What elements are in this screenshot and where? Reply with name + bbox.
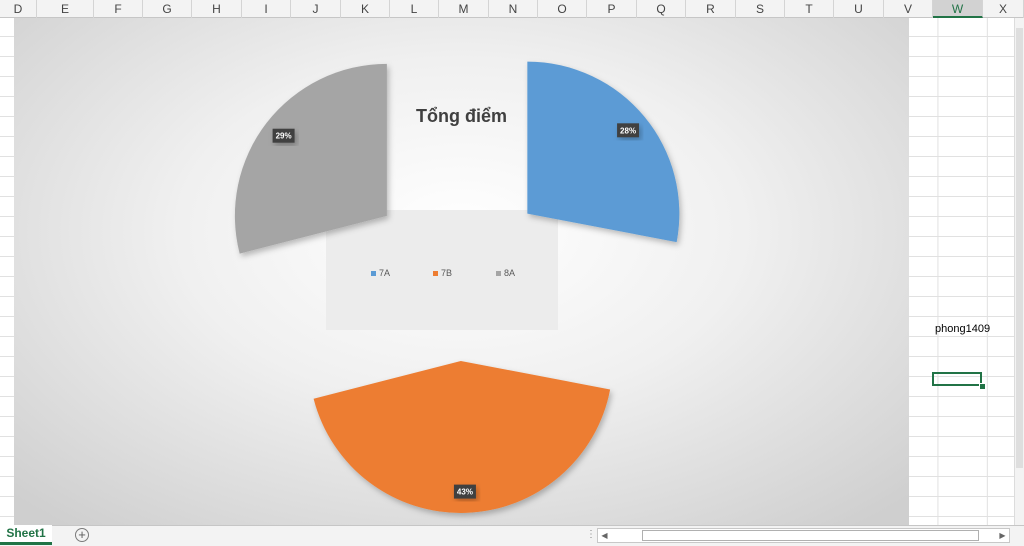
data-label-text: 28% [620,126,636,135]
vertical-scroll-thumb[interactable] [1016,28,1023,468]
horizontal-scroll-thumb[interactable] [642,530,979,541]
data-label-7a[interactable]: 28% [617,123,640,138]
pie-slice-7a[interactable] [527,61,680,243]
column-header-l[interactable]: L [390,0,439,18]
column-header-h[interactable]: H [192,0,242,18]
data-label-7b[interactable]: 43% [453,484,476,499]
column-header-bar: DEFGHIJKLMNOPQRSTUVWX [0,0,1024,18]
triangle-left-icon[interactable]: ◀ [598,529,611,542]
column-header-t[interactable]: T [785,0,834,18]
fill-handle[interactable] [979,383,986,390]
column-header-i[interactable]: I [242,0,291,18]
sheet-tab-bar: Sheet1 + ⋮ ◀ ▶ [0,525,1024,546]
column-header-q[interactable]: Q [637,0,686,18]
column-header-k[interactable]: K [341,0,390,18]
column-header-u[interactable]: U [834,0,884,18]
column-header-p[interactable]: P [587,0,637,18]
column-header-m[interactable]: M [439,0,489,18]
vertical-scrollbar[interactable] [1014,18,1024,525]
column-header-n[interactable]: N [489,0,538,18]
column-header-v[interactable]: V [884,0,933,18]
pie-slice-8a[interactable] [234,63,387,254]
data-label-text: 29% [276,132,292,141]
column-header-e[interactable]: E [37,0,94,18]
column-header-s[interactable]: S [736,0,785,18]
horizontal-scrollbar[interactable]: ◀ ▶ [597,528,1010,543]
pie-chart[interactable]: Tổng điểm 7A 7B 8A 28% 43% 29% [14,18,909,525]
column-header-f[interactable]: F [94,0,143,18]
tab-splitter-dots[interactable]: ⋮ [586,529,596,540]
column-header-o[interactable]: O [538,0,587,18]
pie-plot-area: 28% 43% 29% [234,61,680,513]
data-label-text: 43% [457,488,473,497]
plus-circle-icon[interactable]: + [75,528,89,542]
column-header-r[interactable]: R [686,0,736,18]
triangle-right-icon[interactable]: ▶ [996,529,1009,542]
active-cell-selection[interactable] [932,372,982,386]
column-header-x[interactable]: X [983,0,1024,18]
column-header-g[interactable]: G [143,0,192,18]
column-header-j[interactable]: J [291,0,341,18]
sheet-tab-sheet1[interactable]: Sheet1 [0,525,52,545]
column-header-w[interactable]: W [933,0,983,18]
data-label-8a[interactable]: 29% [272,128,295,143]
column-header-d[interactable]: D [0,0,37,18]
cell-w-phong1409[interactable]: phong1409 [935,323,990,335]
